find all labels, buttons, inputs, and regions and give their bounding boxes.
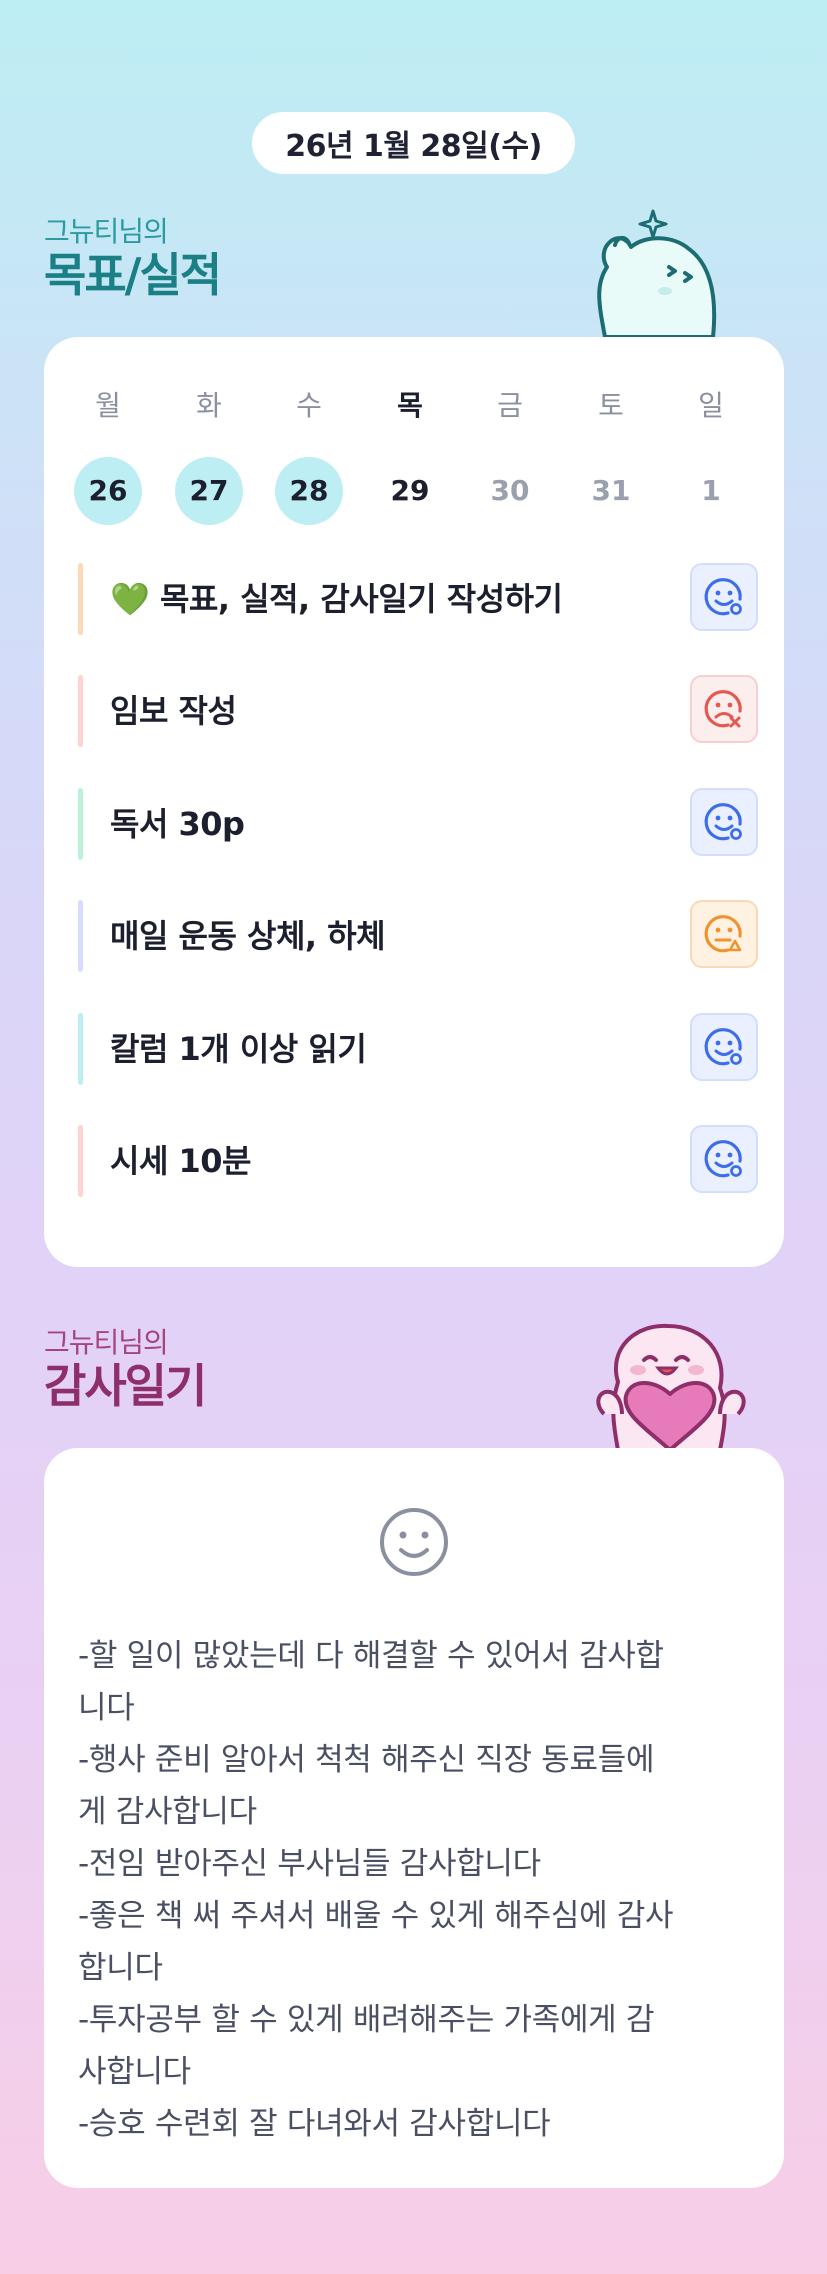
ghost-mascot-illustration [597,209,717,337]
goal-color-bar [78,788,83,860]
smile-check-icon [702,575,746,619]
calendar-day-name: 일 [698,389,724,422]
smile-check-status-button[interactable] [690,1125,758,1193]
calendar-day-name: 목 [397,389,423,422]
goal-row[interactable]: 매일 운동 상체, 하체 [78,900,758,972]
calendar-day[interactable]: 화 27 [175,389,243,525]
diary-card: -할 일이 많았는데 다 해결할 수 있어서 감사합니다 -행사 준비 알아서 척… [44,1448,784,2188]
smile-check-status-button[interactable] [690,1013,758,1081]
goal-text: 임보 작성 [110,692,237,730]
goal-row[interactable]: 💚 목표, 실적, 감사일기 작성하기 [78,563,758,635]
goal-color-bar [78,675,83,747]
goal-text: 시세 10분 [110,1142,252,1180]
diary-line: 사합니다 [78,2054,191,2090]
diary-line: 합니다 [78,1950,163,1986]
neutral-warning-status-button[interactable] [690,900,758,968]
goal-text: 매일 운동 상체, 하체 [110,917,386,955]
goal-section-title: 목표/실적 [44,248,222,302]
smile-check-status-button[interactable] [690,788,758,856]
diary-line: -전임 받아주신 부사님들 감사합니다 [78,1846,541,1882]
smiley-face-icon [380,1508,448,1576]
calendar-day-number: 26 [74,457,142,525]
goal-color-bar [78,563,83,635]
goal-section-subtitle: 그뉴티님의 [44,215,169,248]
diary-section-subtitle: 그뉴티님의 [44,1326,169,1359]
smile-check-status-button[interactable] [690,563,758,631]
goal-row[interactable]: 칼럼 1개 이상 읽기 [78,1013,758,1085]
goal-row[interactable]: 독서 30p [78,788,758,860]
diary-line: -투자공부 할 수 있게 배려해주는 가족에게 감 [78,2002,655,2038]
calendar-day-name: 수 [296,389,322,422]
sad-x-status-button[interactable] [690,675,758,743]
diary-line: 게 감사합니다 [78,1794,257,1830]
neutral-warning-icon [702,912,746,956]
diary-section-header: 그뉴티님의 감사일기 [44,1326,207,1413]
calendar-day[interactable]: 일1 [677,389,745,525]
calendar-day-number: 29 [390,474,430,507]
date-label[interactable]: 26년 1월 28일(수) [252,112,575,174]
calendar-day[interactable]: 수 28 [275,389,343,525]
calendar-day-name: 금 [497,389,523,422]
smile-check-icon [702,800,746,844]
week-calendar: 월 26 화 27 수 28 목 29 금 30 토 31 일 1 [74,389,774,525]
calendar-day-name: 토 [598,389,624,422]
goal-text: 독서 30p [110,805,245,843]
calendar-day-number: 31 [591,474,631,507]
heart-mascot-illustration [596,1323,746,1450]
sad-x-icon [702,687,746,731]
diary-line: -할 일이 많았는데 다 해결할 수 있어서 감사합 [78,1638,664,1674]
goal-text: 칼럼 1개 이상 읽기 [110,1030,367,1068]
calendar-day-name: 월 [95,389,121,422]
calendar-day-number: 27 [175,457,243,525]
calendar-day-name: 화 [196,389,222,422]
smile-check-icon [702,1025,746,1069]
diary-line: -승호 수련회 잘 다녀와서 감사합니다 [78,2106,551,2142]
calendar-day[interactable]: 월 26 [74,389,142,525]
goal-color-bar [78,900,83,972]
goal-row[interactable]: 임보 작성 [78,675,758,747]
calendar-day-number: 30 [490,474,530,507]
goal-color-bar [78,1125,83,1197]
calendar-day-number: 28 [275,457,343,525]
goal-color-bar [78,1013,83,1085]
calendar-day[interactable]: 토 31 [577,389,645,525]
goal-text: 💚 목표, 실적, 감사일기 작성하기 [110,580,563,618]
diary-text: -할 일이 많았는데 다 해결할 수 있어서 감사합니다 -행사 준비 알아서 척… [78,1630,768,2150]
diary-section-title: 감사일기 [44,1359,207,1413]
diary-line: -행사 준비 알아서 척척 해주신 직장 동료들에 [78,1742,655,1778]
diary-line: 니다 [78,1690,135,1726]
goal-section-header: 그뉴티님의 목표/실적 [44,215,222,302]
calendar-day[interactable]: 목 29 [376,389,444,525]
goal-row[interactable]: 시세 10분 [78,1125,758,1197]
goal-card: 월 26 화 27 수 28 목 29 금 30 토 31 일 1 💚 목표, 실적, 감사일기 작성하기… [44,337,784,1267]
diary-line: -좋은 책 써 주셔서 배울 수 있게 해주심에 감사 [78,1898,674,1934]
calendar-day[interactable]: 금 30 [476,389,544,525]
smile-check-icon [702,1137,746,1181]
calendar-day-number: 1 [701,474,721,507]
